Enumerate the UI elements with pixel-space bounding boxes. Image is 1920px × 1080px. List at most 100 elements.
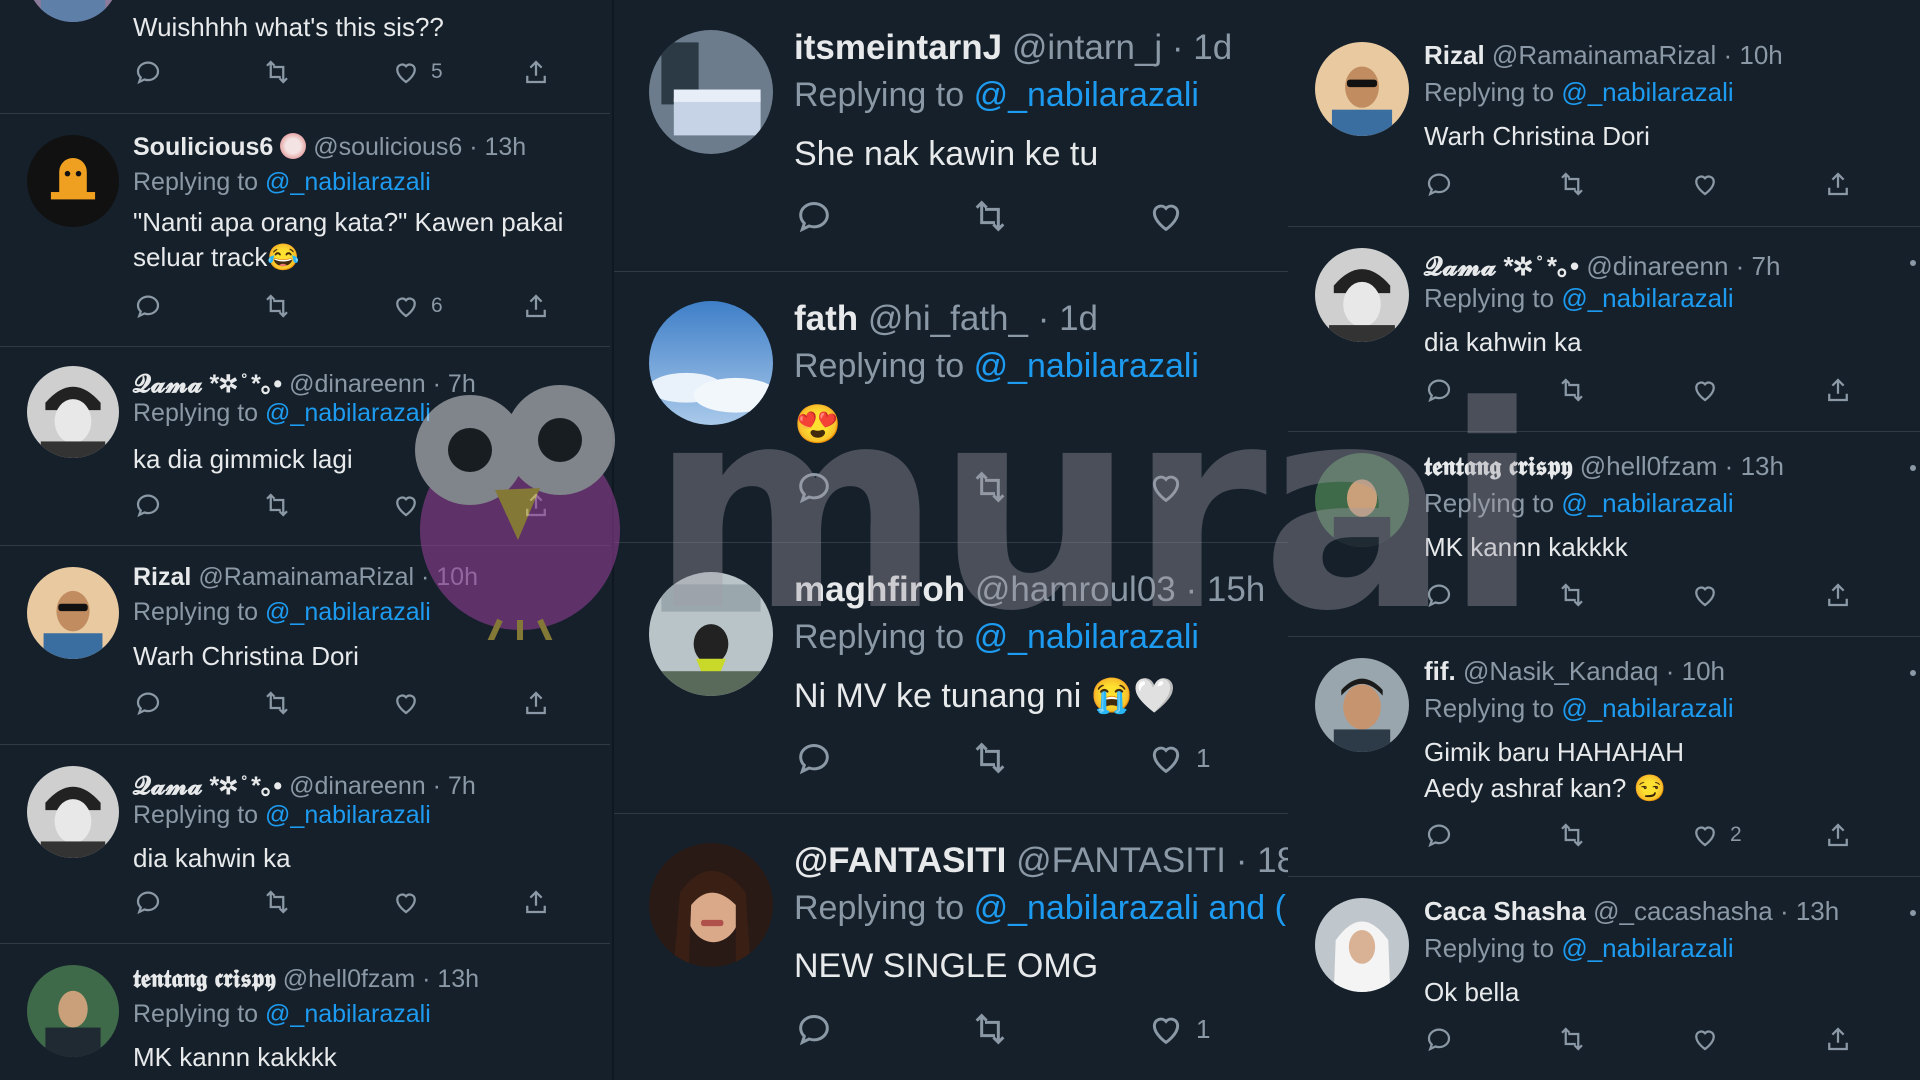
avatar[interactable] <box>649 30 773 154</box>
reply-button[interactable] <box>1424 580 1454 610</box>
like-button[interactable]: 2 <box>1690 820 1742 850</box>
timestamp[interactable]: 7h <box>448 370 476 398</box>
reply-button[interactable] <box>794 196 834 236</box>
like-button[interactable] <box>1146 196 1186 236</box>
timestamp[interactable]: 7h <box>448 772 476 800</box>
display-name[interactable]: 𝖙𝖊𝖓𝖙𝖆𝖓𝖌 𝖈𝖗𝖎𝖘𝖕𝖞 <box>1424 451 1573 481</box>
reply-button[interactable] <box>133 291 163 321</box>
tweet[interactable]: 𝓠𝓪𝓶𝓪 *✲ ̊ *｡• @dinareenn · 7h Replying t… <box>0 346 610 546</box>
handle[interactable]: @hell0fzam <box>1580 451 1718 481</box>
like-button[interactable]: 1 <box>1146 1009 1210 1049</box>
reply-button[interactable] <box>794 738 834 778</box>
tweet[interactable]: 𝓠𝓪𝓶𝓪 *✲ ̊ *｡• @dinareenn · 7h Replying t… <box>1288 226 1920 432</box>
share-button[interactable] <box>521 57 551 87</box>
timestamp[interactable]: 13h <box>1796 896 1839 926</box>
tweet[interactable]: Rizal @RamainamaRizal · 10h Replying to … <box>0 545 610 745</box>
reply-button[interactable] <box>794 1009 834 1049</box>
handle[interactable]: @RamainamaRizal <box>1492 40 1716 70</box>
like-button[interactable]: 5 <box>391 57 443 87</box>
share-button[interactable] <box>1823 1024 1853 1054</box>
avatar[interactable] <box>27 135 119 227</box>
display-name[interactable]: 𝓠𝓪𝓶𝓪 *✲ ̊ *｡• <box>1424 251 1579 281</box>
share-button[interactable] <box>1823 820 1853 850</box>
like-button[interactable] <box>1690 580 1720 610</box>
display-name[interactable]: maghfiroh <box>794 570 965 609</box>
tweet[interactable]: fath @hi_fath_ · 1d Replying to @_nabila… <box>614 271 1288 543</box>
reply-mention-link[interactable]: @_nabilarazali <box>265 168 431 196</box>
timestamp[interactable]: 1d <box>1059 299 1098 338</box>
reply-mention-link[interactable]: @_nabilarazali <box>1561 488 1733 518</box>
display-name[interactable]: Rizal <box>133 563 191 591</box>
reply-mention-link[interactable]: @_nabilarazali <box>974 618 1199 656</box>
avatar[interactable] <box>1315 453 1409 547</box>
retweet-button[interactable] <box>262 490 292 520</box>
tweet[interactable]: 𝓠𝓪𝓶𝓪 *✲ ̊ *｡• @dinareenn · 7h Replying t… <box>0 744 610 944</box>
display-name[interactable]: @FANTASITI <box>794 841 1006 880</box>
display-name[interactable]: Rizal <box>1424 40 1485 70</box>
tweet[interactable]: Rizal @RamainamaRizal · 10h Replying to … <box>1288 0 1920 227</box>
reply-button[interactable] <box>1424 169 1454 199</box>
retweet-button[interactable] <box>970 1009 1010 1049</box>
handle[interactable]: @hamroul03 <box>975 570 1176 609</box>
timestamp[interactable]: 10h <box>1682 656 1725 686</box>
avatar[interactable] <box>1315 42 1409 136</box>
handle[interactable]: @dinareenn <box>289 772 426 800</box>
tweet[interactable]: Soulicious6 @soulicious6 · 13h Replying … <box>0 113 610 347</box>
display-name[interactable]: Soulicious6 <box>133 133 273 161</box>
retweet-button[interactable] <box>262 291 292 321</box>
display-name[interactable]: fath <box>794 299 858 338</box>
reply-button[interactable] <box>133 57 163 87</box>
retweet-button[interactable] <box>1557 580 1587 610</box>
share-button[interactable] <box>1823 580 1853 610</box>
handle[interactable]: @hell0fzam <box>283 965 415 993</box>
avatar[interactable] <box>27 366 119 458</box>
retweet-button[interactable] <box>262 887 292 917</box>
reply-button[interactable] <box>794 467 834 507</box>
share-button[interactable] <box>521 490 551 520</box>
reply-mention-link[interactable]: @_nabilarazali <box>1561 283 1733 313</box>
handle[interactable]: @soulicious6 <box>313 133 462 161</box>
handle[interactable]: @dinareenn <box>1586 251 1728 281</box>
display-name[interactable]: itsmeintarnJ <box>794 28 1002 67</box>
reply-mention-link[interactable]: @_nabilarazali <box>265 801 431 829</box>
avatar[interactable] <box>649 843 773 967</box>
tweet[interactable]: 𝖙𝖊𝖓𝖙𝖆𝖓𝖌 𝖈𝖗𝖎𝖘𝖕𝖞 @hell0fzam · 13h Replying… <box>0 943 610 1080</box>
more-options-icon[interactable] <box>1910 465 1916 471</box>
timestamp[interactable]: 13h <box>485 133 527 161</box>
reply-button[interactable] <box>1424 820 1454 850</box>
retweet-button[interactable] <box>262 688 292 718</box>
avatar[interactable] <box>1315 248 1409 342</box>
like-button[interactable]: 1 <box>1146 738 1210 778</box>
tweet[interactable]: Wuishhhh what's this sis?? 5 <box>0 0 610 114</box>
share-button[interactable] <box>521 887 551 917</box>
display-name[interactable]: fif. <box>1424 656 1456 686</box>
tweet[interactable]: maghfiroh @hamroul03 · 15h Replying to @… <box>614 542 1288 814</box>
reply-mention-link[interactable]: @_nabilarazali <box>1561 933 1733 963</box>
display-name[interactable]: 𝖙𝖊𝖓𝖙𝖆𝖓𝖌 𝖈𝖗𝖎𝖘𝖕𝖞 <box>133 965 276 993</box>
retweet-button[interactable] <box>1557 820 1587 850</box>
retweet-button[interactable] <box>970 738 1010 778</box>
handle[interactable]: @_cacashasha <box>1593 896 1773 926</box>
display-name[interactable]: 𝓠𝓪𝓶𝓪 *✲ ̊ *｡• <box>133 772 282 800</box>
avatar[interactable] <box>27 0 119 22</box>
reply-mention-link[interactable]: @_nabilarazali <box>974 76 1199 114</box>
reply-button[interactable] <box>1424 1024 1454 1054</box>
reply-mention-link[interactable]: @_nabilarazali <box>974 347 1199 385</box>
tweet[interactable]: @FANTASITI @FANTASITI · 18l Replying to … <box>614 813 1288 1080</box>
reply-button[interactable] <box>133 490 163 520</box>
timestamp[interactable]: 10h <box>1739 40 1782 70</box>
retweet-button[interactable] <box>1557 375 1587 405</box>
timestamp[interactable]: 1d <box>1193 28 1232 67</box>
tweet[interactable]: Caca Shasha @_cacashasha · 13h Replying … <box>1288 876 1920 1080</box>
reply-button[interactable] <box>1424 375 1454 405</box>
avatar[interactable] <box>27 766 119 858</box>
retweet-button[interactable] <box>1557 1024 1587 1054</box>
handle[interactable]: @dinareenn <box>289 370 426 398</box>
avatar[interactable] <box>1315 898 1409 992</box>
share-button[interactable] <box>1823 375 1853 405</box>
timestamp[interactable]: 15h <box>1207 570 1265 609</box>
tweet[interactable]: 𝖙𝖊𝖓𝖙𝖆𝖓𝖌 𝖈𝖗𝖎𝖘𝖕𝖞 @hell0fzam · 13h Replying… <box>1288 431 1920 637</box>
timestamp[interactable]: 7h <box>1752 251 1781 281</box>
retweet-button[interactable] <box>262 57 292 87</box>
timestamp[interactable]: 18l <box>1257 841 1288 880</box>
